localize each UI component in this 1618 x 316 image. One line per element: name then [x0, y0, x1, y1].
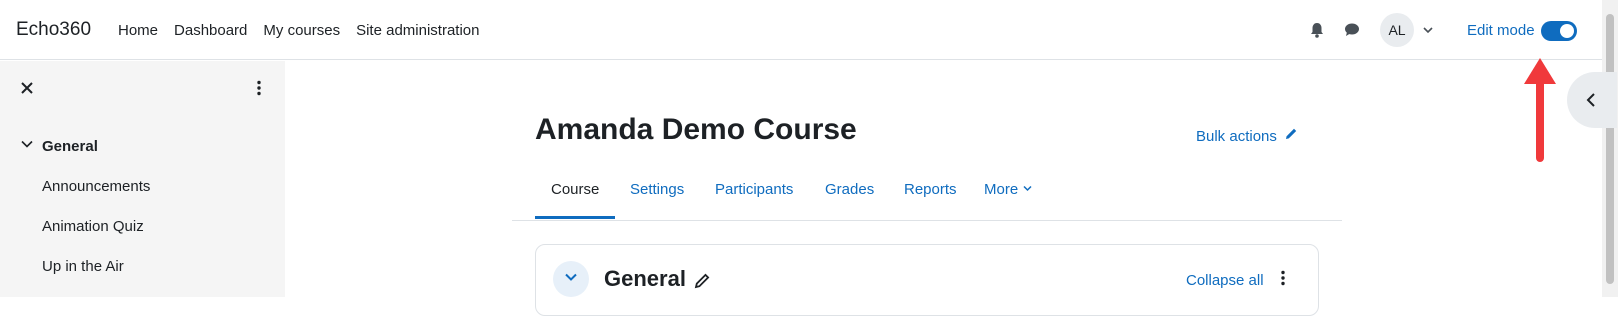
- red-arrow-annotation: [1524, 58, 1556, 162]
- toggle-knob: [1560, 24, 1574, 38]
- primary-navigation: Home Dashboard My courses Site administr…: [118, 22, 496, 39]
- pencil-icon[interactable]: [693, 272, 711, 290]
- close-icon[interactable]: [18, 79, 36, 97]
- edit-mode-label[interactable]: Edit mode: [1467, 22, 1535, 39]
- site-brand[interactable]: Echo360: [16, 19, 91, 41]
- section-toggle-button[interactable]: [553, 261, 589, 297]
- kebab-menu-icon[interactable]: [1274, 269, 1292, 287]
- chevron-down-icon[interactable]: [1421, 23, 1435, 37]
- drawer-item-up-in-the-air[interactable]: Up in the Air: [42, 258, 124, 275]
- chevron-down-icon: [563, 269, 579, 290]
- course-index-drawer: General Announcements Animation Quiz Up …: [0, 61, 285, 297]
- nav-link-home[interactable]: Home: [118, 22, 158, 39]
- drawer-item-animation-quiz[interactable]: Animation Quiz: [42, 218, 144, 235]
- tab-participants[interactable]: Participants: [699, 181, 809, 219]
- drawer-section-label: General: [42, 138, 98, 155]
- collapse-all-link[interactable]: Collapse all: [1186, 272, 1264, 289]
- tab-grades[interactable]: Grades: [809, 181, 890, 219]
- bell-icon[interactable]: [1307, 20, 1327, 40]
- scrollbar-thumb[interactable]: [1606, 14, 1614, 284]
- tab-more-label: More: [984, 181, 1019, 198]
- course-tabs: Course Settings Participants Grades Repo…: [512, 170, 1342, 221]
- nav-link-site-administration[interactable]: Site administration: [356, 22, 479, 39]
- section-title: General: [604, 266, 686, 291]
- kebab-menu-icon[interactable]: [250, 79, 268, 97]
- bulk-actions-button[interactable]: Bulk actions: [1196, 126, 1299, 146]
- tab-course[interactable]: Course: [535, 181, 616, 219]
- bulk-actions-label: Bulk actions: [1196, 127, 1277, 145]
- chevron-down-icon: [1022, 181, 1033, 198]
- tab-settings[interactable]: Settings: [614, 181, 700, 219]
- pencil-icon: [1283, 126, 1299, 146]
- course-section-general: General Collapse all: [535, 244, 1319, 316]
- chat-bubble-icon[interactable]: [1342, 20, 1362, 40]
- nav-link-my-courses[interactable]: My courses: [263, 22, 340, 39]
- open-block-drawer-button[interactable]: [1567, 72, 1617, 128]
- edit-mode-toggle[interactable]: [1541, 21, 1577, 41]
- drawer-section-general[interactable]: General: [20, 137, 98, 156]
- nav-link-dashboard[interactable]: Dashboard: [174, 22, 247, 39]
- drawer-item-announcements[interactable]: Announcements: [42, 178, 150, 195]
- tab-reports[interactable]: Reports: [888, 181, 973, 219]
- page-title: Amanda Demo Course: [535, 113, 857, 146]
- user-avatar[interactable]: AL: [1380, 13, 1414, 47]
- chevron-down-icon[interactable]: [20, 137, 34, 156]
- tab-more[interactable]: More: [968, 181, 1049, 219]
- top-navbar: Echo360 Home Dashboard My courses Site a…: [0, 0, 1602, 60]
